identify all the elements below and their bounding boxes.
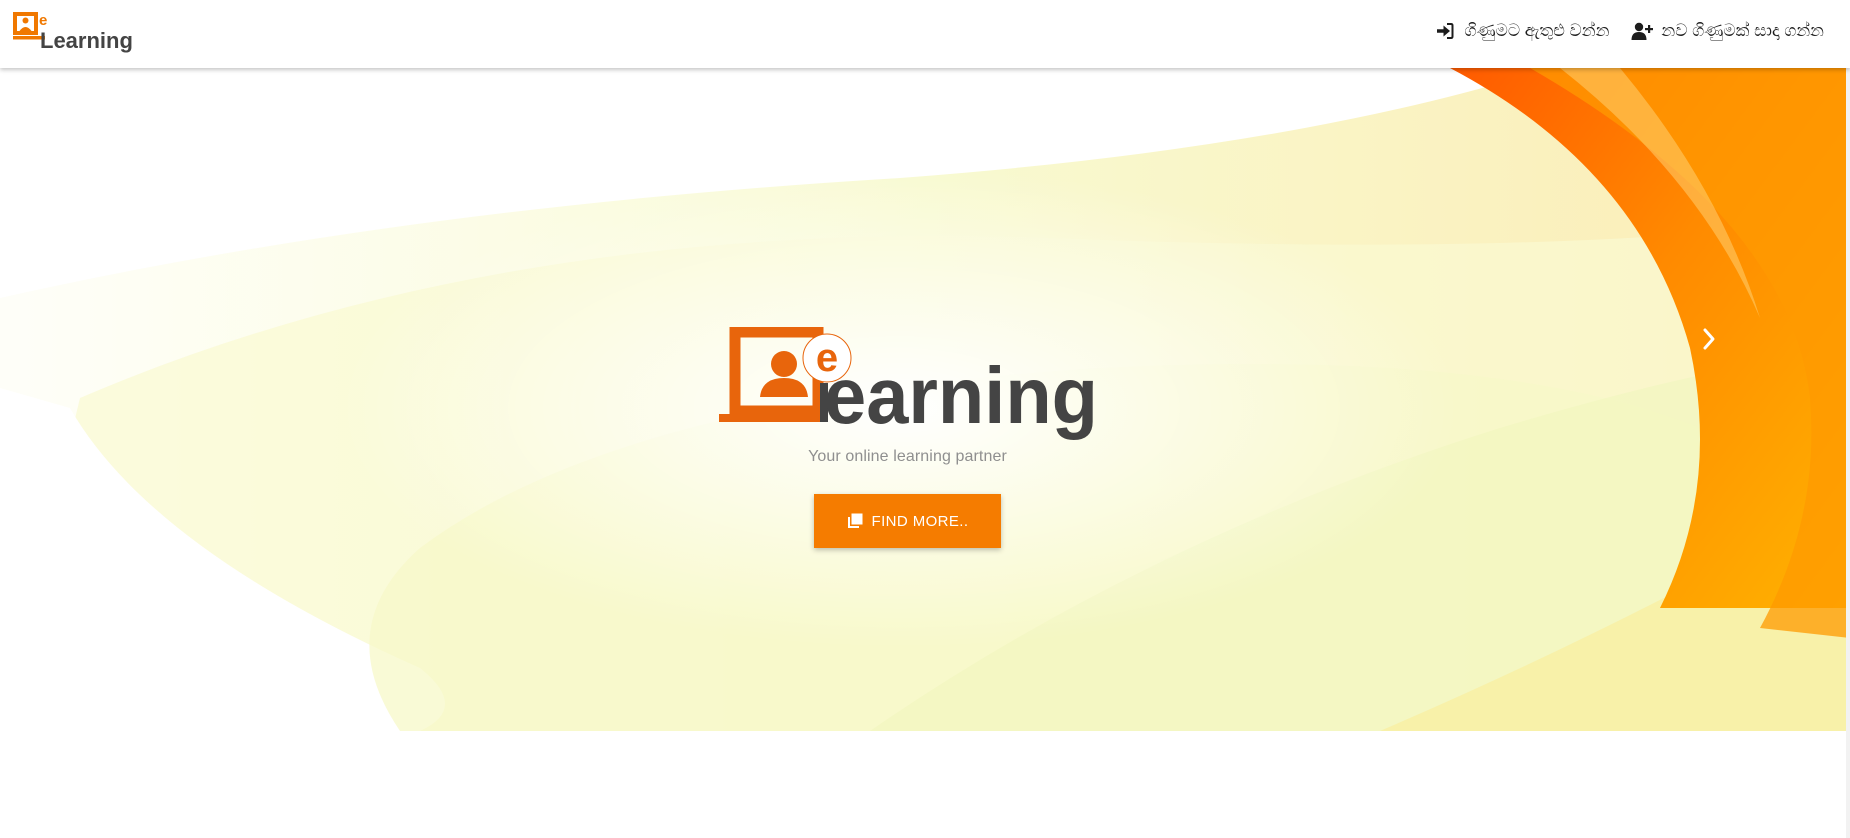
hero-carousel: e earning Your online learning partner F… <box>0 68 1850 731</box>
find-more-label: FIND MORE.. <box>871 512 969 530</box>
page: e Learning ගිණුමට ඇතුළු වන්න නව ගිණුමක් … <box>0 0 1850 838</box>
sign-in-icon <box>1434 21 1456 41</box>
find-more-button[interactable]: FIND MORE.. <box>814 494 1001 548</box>
library-books-icon <box>847 513 863 529</box>
logo-word: earning <box>824 351 1098 440</box>
nav-links: ගිණුමට ඇතුළු වන්න නව ගිණුමක් සාදා ගන්න <box>1434 0 1824 62</box>
user-plus-icon <box>1631 21 1654 41</box>
chevron-right-icon <box>1703 328 1715 350</box>
hero-tagline: Your online learning partner <box>808 448 1007 465</box>
logo-letter: e <box>39 12 47 29</box>
register-label: නව ගිණුමක් සාදා ගන්න <box>1661 21 1824 40</box>
brand-logo[interactable]: e Learning <box>12 10 136 54</box>
carousel-next-button[interactable] <box>1694 316 1724 362</box>
elearning-logo-icon: e Learning <box>13 12 133 53</box>
top-navbar: e Learning ගිණුමට ඇතුළු වන්න නව ගිණුමක් … <box>0 0 1850 68</box>
login-link[interactable]: ගිණුමට ඇතුළු වන්න <box>1434 21 1609 41</box>
hero-logo: e earning <box>716 327 1102 463</box>
login-label: ගිණුමට ඇතුළු වන්න <box>1464 21 1610 40</box>
elearning-logo-icon: e earning <box>719 327 1098 440</box>
page-scrollbar[interactable] <box>1846 0 1850 838</box>
logo-word: Learning <box>40 28 133 53</box>
register-link[interactable]: නව ගිණුමක් සාදා ගන්න <box>1631 21 1824 41</box>
